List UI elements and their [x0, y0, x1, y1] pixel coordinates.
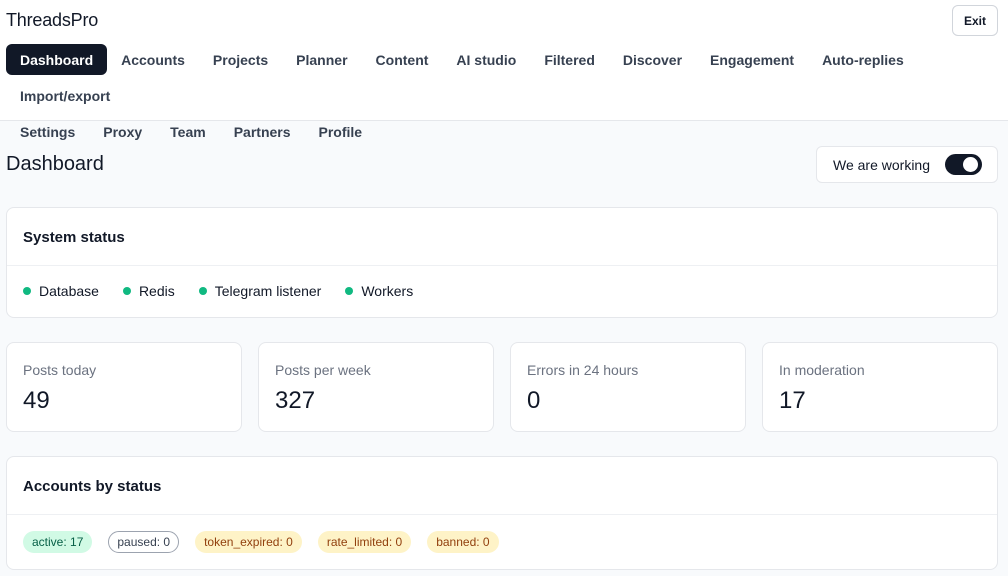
nav-discover[interactable]: Discover [609, 44, 696, 75]
toggle-knob [963, 157, 978, 172]
stat-label: In moderation [779, 362, 865, 378]
nav-row-2: Settings Proxy Team Partners Profile [6, 116, 1006, 147]
nav-filtered[interactable]: Filtered [530, 44, 609, 75]
stat-value: 0 [527, 387, 541, 414]
nav-auto-replies[interactable]: Auto-replies [808, 44, 918, 75]
nav-team[interactable]: Team [156, 116, 220, 147]
status-label: Database [39, 283, 99, 299]
status-workers: Workers [345, 283, 413, 299]
stat-posts-per-week: Posts per week 327 [258, 342, 494, 432]
status-badges: active: 17 paused: 0 token_expired: 0 ra… [23, 531, 515, 553]
system-status-card: System status Database Redis Telegram li… [6, 207, 998, 318]
stat-label: Errors in 24 hours [527, 362, 639, 378]
status-badge-banned: banned: 0 [427, 531, 499, 553]
nav-engagement[interactable]: Engagement [696, 44, 808, 75]
stat-value: 327 [275, 387, 316, 414]
status-badge-token-expired: token_expired: 0 [195, 531, 302, 553]
status-ok-icon [198, 287, 207, 295]
nav-settings[interactable]: Settings [6, 116, 89, 147]
status-label: Telegram listener [214, 283, 322, 299]
status-telegram-listener: Telegram listener [198, 283, 322, 299]
stat-label: Posts per week [275, 362, 371, 378]
stat-posts-today: Posts today 49 [6, 342, 242, 432]
status-ok-icon [122, 287, 131, 295]
working-toggle[interactable] [945, 154, 982, 175]
status-database: Database [23, 283, 99, 299]
working-toggle-card: We are working [816, 146, 998, 183]
divider [7, 265, 997, 266]
stat-errors-24h: Errors in 24 hours 0 [510, 342, 746, 432]
nav-accounts[interactable]: Accounts [107, 44, 199, 75]
nav-import-export[interactable]: Import/export [6, 80, 124, 111]
stat-value: 17 [779, 387, 806, 414]
top-header: ThreadsPro Exit Dashboard Accounts Proje… [0, 0, 1008, 140]
exit-button[interactable]: Exit [952, 5, 998, 36]
status-badge-rate-limited: rate_limited: 0 [317, 531, 412, 553]
nav-partners[interactable]: Partners [220, 116, 305, 147]
status-badge-active: active: 17 [23, 531, 93, 553]
status-label: Workers [361, 283, 414, 299]
status-list: Database Redis Telegram listener Workers [23, 283, 437, 299]
app-title: ThreadsPro [6, 10, 99, 30]
nav-dashboard[interactable]: Dashboard [6, 44, 108, 75]
status-badge-paused: paused: 0 [108, 531, 180, 553]
divider [7, 514, 997, 515]
system-status-title: System status [23, 229, 125, 246]
stat-label: Posts today [23, 362, 97, 378]
main-nav: Dashboard Accounts Projects Planner Cont… [6, 44, 1006, 147]
page-title: Dashboard [6, 153, 104, 175]
nav-profile[interactable]: Profile [305, 116, 377, 147]
status-label: Redis [138, 283, 175, 299]
nav-planner[interactable]: Planner [282, 44, 361, 75]
accounts-by-status-card: Accounts by status active: 17 paused: 0 … [6, 456, 998, 570]
status-ok-icon [345, 287, 354, 295]
nav-proxy[interactable]: Proxy [89, 116, 156, 147]
working-label: We are working [833, 156, 931, 173]
status-ok-icon [23, 287, 31, 295]
stat-value: 49 [23, 387, 50, 414]
nav-content[interactable]: Content [362, 44, 443, 75]
nav-ai-studio[interactable]: AI studio [442, 44, 530, 75]
status-redis: Redis [122, 283, 175, 299]
stat-in-moderation: In moderation 17 [762, 342, 998, 432]
nav-projects[interactable]: Projects [199, 44, 282, 75]
accounts-by-status-title: Accounts by status [23, 478, 162, 495]
